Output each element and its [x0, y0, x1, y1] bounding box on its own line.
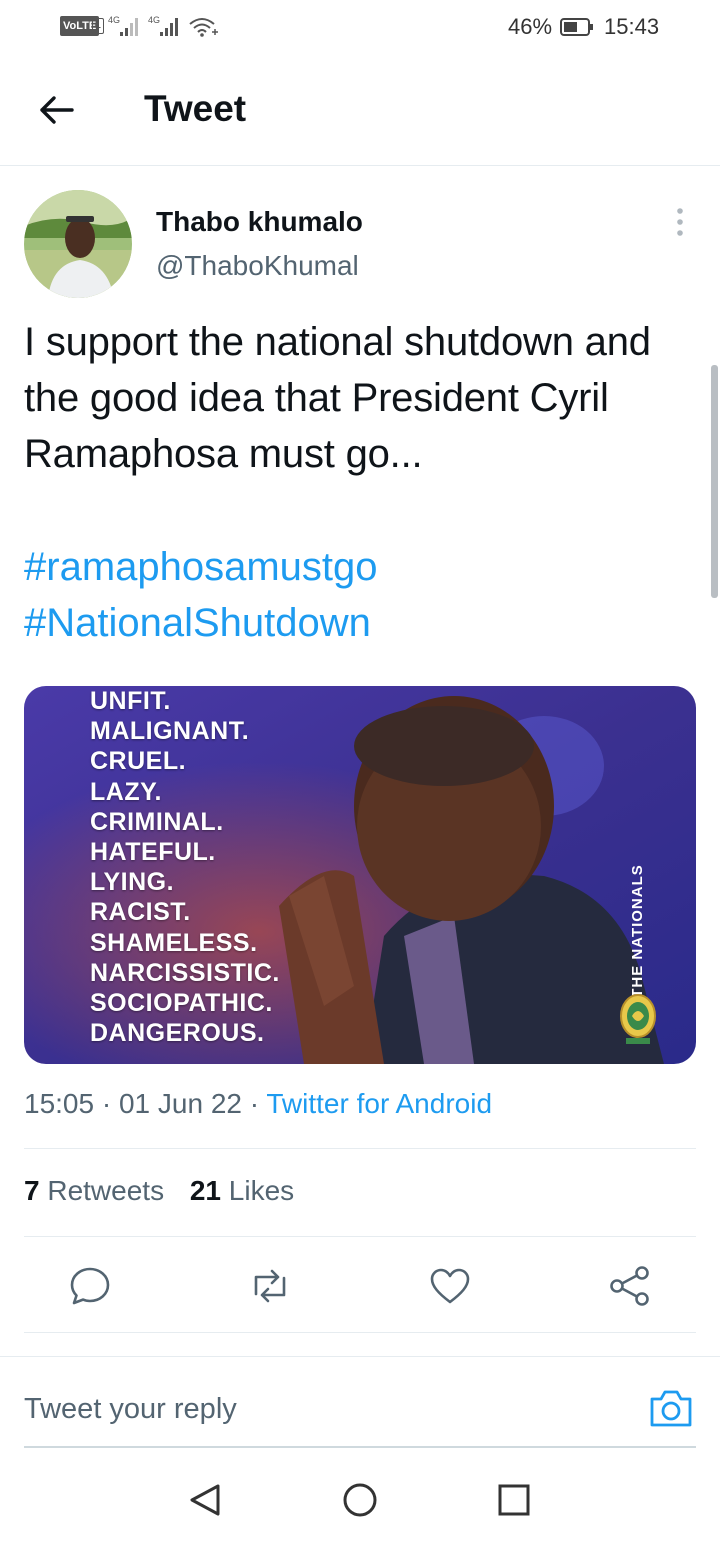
reply-bar: Tweet your reply	[0, 1356, 720, 1448]
signal-icon: 4G	[108, 15, 138, 36]
image-word: LYING.	[90, 868, 175, 897]
divider	[24, 1148, 696, 1149]
brand-watermark: THE NATIONALS	[624, 856, 652, 1006]
reply-input[interactable]: Tweet your reply	[24, 1393, 237, 1426]
image-word: CRIMINAL.	[90, 807, 224, 836]
tweet-meta: 15:05 · 01 Jun 22 · Twitter for Android	[24, 1088, 492, 1120]
hashtag-list: #ramaphosamustgo #NationalShutdown	[24, 539, 704, 651]
tweet-stats: 7 Retweets 21 Likes	[24, 1175, 294, 1207]
image-word: RACIST.	[90, 898, 191, 927]
retweets-stat[interactable]: 7 Retweets	[24, 1175, 164, 1206]
image-word: SHAMELESS.	[90, 928, 258, 957]
retweets-count: 7	[24, 1175, 40, 1206]
brand-text: THE NATIONALS	[629, 864, 646, 998]
image-word-list: UNFIT. MALIGNANT. CRUEL. LAZY. CRIMINAL.…	[90, 686, 280, 1048]
seal-icon	[620, 994, 656, 1044]
like-icon[interactable]	[428, 1264, 472, 1308]
battery-icon	[560, 18, 593, 36]
likes-stat[interactable]: 21 Likes	[190, 1175, 294, 1206]
image-word: NARCISSISTIC.	[90, 958, 280, 987]
share-icon[interactable]	[608, 1264, 652, 1308]
image-word: MALIGNANT.	[90, 717, 250, 746]
arrow-left-icon[interactable]	[36, 90, 76, 130]
image-word: HATEFUL.	[90, 838, 216, 867]
reply-underline	[24, 1446, 696, 1448]
display-name[interactable]: Thabo khumalo	[156, 206, 363, 238]
likes-count: 21	[189, 1175, 222, 1206]
tweet-image[interactable]: UNFIT. MALIGNANT. CRUEL. LAZY. CRIMINAL.…	[24, 686, 696, 1064]
image-word: DANGEROUS.	[90, 1019, 265, 1048]
nav-back-icon[interactable]	[186, 1480, 226, 1520]
image-word: LAZY.	[90, 777, 162, 806]
app-header: Tweet	[0, 56, 720, 166]
tweet-date: 01 Jun 22	[118, 1088, 242, 1119]
page-title: Tweet	[144, 88, 247, 129]
reply-icon[interactable]	[68, 1264, 112, 1308]
divider	[24, 1332, 696, 1333]
more-vertical-icon[interactable]	[668, 206, 692, 238]
meta-separator: ·	[249, 1088, 260, 1119]
sim-indicator: 1	[92, 18, 104, 34]
divider	[24, 1236, 696, 1237]
nav-home-icon[interactable]	[340, 1480, 380, 1520]
image-word: SOCIOPATHIC.	[90, 989, 273, 1018]
system-nav-bar	[0, 1460, 720, 1541]
image-word: UNFIT.	[90, 687, 171, 715]
tweet-text: I support the national shutdown and the …	[24, 320, 651, 476]
meta-separator: ·	[101, 1088, 112, 1119]
tweet-source-link[interactable]: Twitter for Android	[266, 1088, 492, 1119]
signal-icon: 4G	[148, 15, 178, 36]
avatar[interactable]	[24, 190, 132, 298]
retweets-label: Retweets	[47, 1175, 165, 1206]
nav-recents-icon[interactable]	[494, 1480, 534, 1520]
hashtag-link[interactable]: #ramaphosamustgo	[24, 539, 704, 595]
likes-label: Likes	[228, 1175, 295, 1206]
status-clock: 15:43	[604, 14, 660, 39]
retweet-icon[interactable]	[248, 1264, 292, 1308]
scrollbar-thumb[interactable]	[711, 365, 718, 598]
battery-percent: 46%	[508, 14, 553, 39]
tweet-time: 15:05	[24, 1088, 95, 1119]
hashtag-link[interactable]: #NationalShutdown	[24, 595, 704, 651]
user-handle[interactable]: @ThaboKhumal	[156, 250, 359, 282]
network-label: 4G	[108, 15, 120, 25]
status-bar: VoLTE 1 4G 4G 46% 15:43	[0, 0, 720, 56]
network-label: 4G	[148, 15, 160, 25]
wifi-icon	[189, 18, 218, 37]
camera-icon[interactable]	[648, 1387, 694, 1429]
image-word: CRUEL.	[90, 747, 187, 776]
